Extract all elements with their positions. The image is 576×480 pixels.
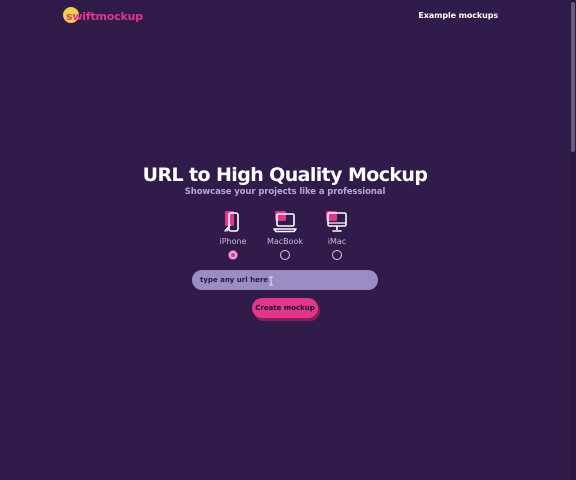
nav-example-mockups[interactable]: Example mockups (418, 11, 498, 20)
scrollbar-thumb[interactable] (571, 2, 575, 152)
logo[interactable]: swiftmockup (63, 7, 143, 25)
hero-title: URL to High Quality Mockup (142, 164, 428, 186)
logo-text: swiftmockup (66, 9, 143, 23)
radio-imac[interactable] (332, 250, 342, 260)
text-cursor-icon (269, 276, 273, 286)
device-option-macbook[interactable]: MacBook (255, 210, 315, 246)
create-mockup-wrapper: Create mockup (252, 298, 320, 322)
device-option-imac[interactable]: iMac (307, 210, 367, 246)
imac-icon (326, 211, 347, 232)
device-option-iphone[interactable]: iPhone (203, 210, 263, 246)
radio-iphone[interactable] (228, 250, 238, 260)
macbook-icon (273, 211, 297, 233)
url-input[interactable] (192, 270, 378, 290)
radio-macbook[interactable] (280, 250, 290, 260)
create-mockup-button[interactable]: Create mockup (252, 298, 318, 318)
page-scrollbar[interactable] (570, 0, 576, 480)
iphone-icon (224, 211, 239, 232)
hero-subtitle: Showcase your projects like a profession… (184, 187, 386, 197)
device-label-iphone: iPhone (219, 237, 247, 246)
site-header: swiftmockup Example mockups (0, 0, 570, 34)
device-label-imac: iMac (327, 237, 347, 246)
device-label-macbook: MacBook (266, 237, 304, 246)
